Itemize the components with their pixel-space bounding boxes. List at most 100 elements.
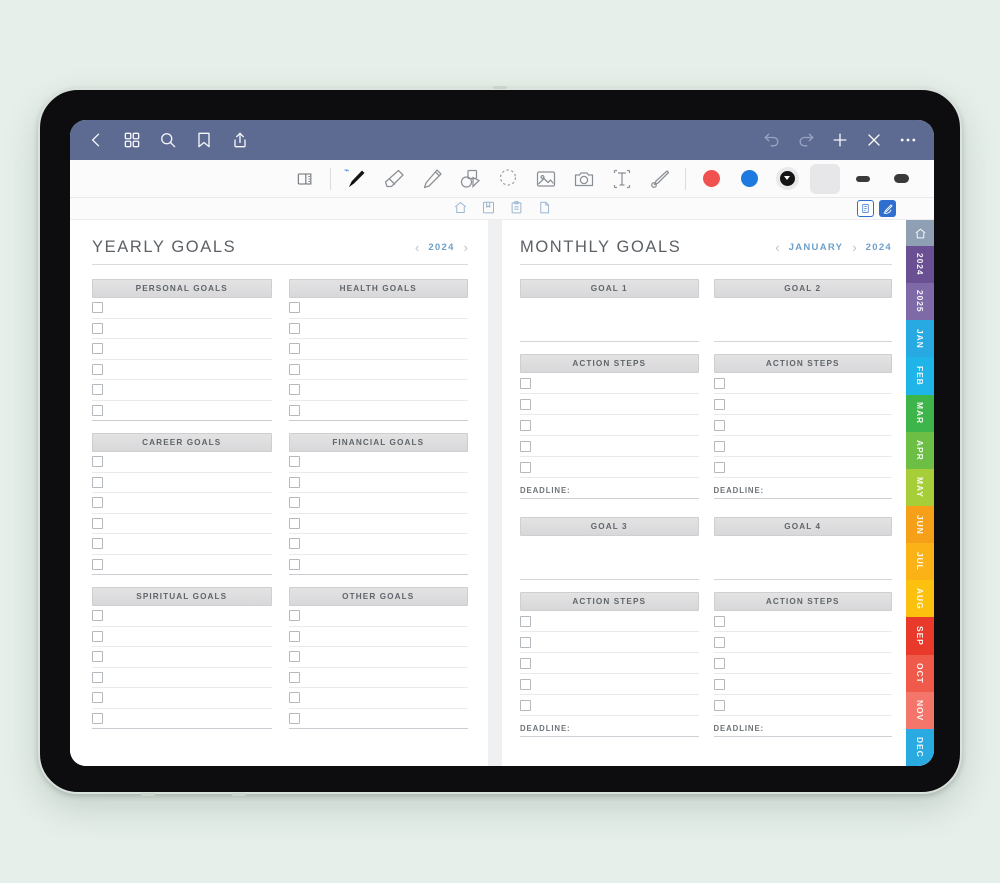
pen-tool-chip[interactable]	[879, 200, 896, 217]
next-year-button[interactable]: ›	[464, 241, 468, 254]
table-row[interactable]	[288, 493, 469, 514]
goal-write-line[interactable]	[306, 380, 469, 400]
action-step-line[interactable]	[537, 674, 699, 694]
highlighter-icon[interactable]	[413, 160, 451, 198]
checkbox[interactable]	[520, 615, 531, 627]
goal-write-line[interactable]	[306, 452, 469, 472]
undo-icon[interactable]	[762, 130, 782, 150]
goal-write-line[interactable]	[109, 452, 272, 472]
action-step-line[interactable]	[731, 632, 893, 652]
goal-write-line[interactable]	[109, 339, 272, 359]
checkbox[interactable]	[520, 636, 531, 648]
checkbox[interactable]	[92, 384, 103, 396]
more-icon[interactable]	[898, 130, 918, 150]
table-row[interactable]	[520, 695, 699, 716]
rail-tab-2025[interactable]: 2025	[906, 283, 934, 321]
checkbox[interactable]	[713, 398, 725, 410]
sticker-sheet-chip[interactable]	[857, 200, 874, 217]
goal-write-line[interactable]	[306, 493, 469, 513]
checkbox[interactable]	[713, 440, 725, 452]
goal-write-line[interactable]	[306, 401, 469, 421]
checkbox[interactable]	[288, 712, 300, 724]
current-year-label[interactable]: 2024	[866, 242, 892, 253]
checkbox[interactable]	[92, 538, 103, 550]
rail-tab-dec[interactable]: DEC	[906, 728, 934, 766]
checkbox[interactable]	[288, 343, 300, 355]
goal-write-area[interactable]	[520, 298, 699, 342]
table-row[interactable]	[713, 436, 893, 457]
next-month-button[interactable]: ›	[852, 241, 856, 254]
action-step-line[interactable]	[731, 611, 893, 631]
checkbox[interactable]	[520, 440, 531, 452]
rail-tab-may[interactable]: MAY	[906, 468, 934, 506]
notebook-icon[interactable]	[481, 200, 496, 215]
action-step-line[interactable]	[731, 457, 893, 477]
checkbox[interactable]	[713, 699, 725, 711]
checkbox[interactable]	[92, 302, 103, 314]
checkbox[interactable]	[520, 678, 531, 690]
goal-write-line[interactable]	[306, 555, 469, 575]
action-step-line[interactable]	[537, 415, 699, 435]
goal-write-line[interactable]	[109, 360, 272, 380]
action-step-line[interactable]	[731, 674, 893, 694]
goal-write-line[interactable]	[306, 298, 469, 318]
table-row[interactable]	[92, 298, 272, 319]
table-row[interactable]	[520, 632, 699, 653]
table-row[interactable]	[92, 606, 272, 627]
checkbox[interactable]	[92, 517, 103, 529]
table-row[interactable]	[288, 452, 469, 473]
deadline-row[interactable]: DEADLINE:	[520, 716, 699, 737]
goal-write-line[interactable]	[306, 606, 469, 626]
table-row[interactable]	[92, 380, 272, 401]
table-row[interactable]	[713, 394, 892, 415]
table-row[interactable]	[713, 373, 892, 394]
table-row[interactable]	[92, 627, 272, 647]
table-row[interactable]	[288, 401, 469, 421]
table-row[interactable]	[92, 473, 272, 493]
rail-tab-jan[interactable]: JAN	[906, 320, 934, 358]
table-row[interactable]	[92, 688, 272, 709]
action-step-line[interactable]	[731, 415, 893, 435]
grid-thumbnails-icon[interactable]	[122, 130, 142, 150]
table-row[interactable]	[288, 606, 469, 627]
table-row[interactable]	[92, 514, 272, 534]
share-icon[interactable]	[230, 130, 250, 150]
checkbox[interactable]	[92, 558, 103, 570]
checkbox[interactable]	[92, 456, 103, 468]
checkbox[interactable]	[92, 630, 103, 642]
rail-tab-feb[interactable]: FEB	[906, 357, 934, 395]
checkbox[interactable]	[92, 712, 103, 724]
page-icon[interactable]	[537, 200, 552, 215]
goal-write-line[interactable]	[109, 606, 272, 626]
action-step-line[interactable]	[731, 653, 893, 673]
action-step-line[interactable]	[537, 373, 699, 393]
text-box-icon[interactable]	[603, 160, 641, 198]
table-row[interactable]	[288, 534, 468, 555]
back-icon[interactable]	[86, 130, 106, 150]
checkbox[interactable]	[288, 558, 300, 570]
checkbox[interactable]	[288, 517, 300, 529]
color-swatch-black[interactable]	[768, 160, 806, 198]
rail-tab-2024[interactable]: 2024	[906, 246, 934, 284]
pen-icon[interactable]: ⌁	[337, 160, 375, 198]
clipboard-icon[interactable]	[509, 200, 524, 215]
action-step-line[interactable]	[731, 436, 893, 456]
goal-write-line[interactable]	[109, 319, 272, 339]
checkbox[interactable]	[288, 476, 300, 488]
goal-write-line[interactable]	[109, 555, 272, 575]
checkbox[interactable]	[288, 538, 300, 550]
goal-write-line[interactable]	[109, 514, 272, 534]
table-row[interactable]	[520, 653, 699, 674]
goal-write-line[interactable]	[109, 401, 272, 421]
table-row[interactable]	[520, 415, 699, 436]
table-row[interactable]	[713, 415, 893, 436]
stroke-medium[interactable]	[844, 160, 882, 198]
checkbox[interactable]	[288, 322, 300, 334]
table-row[interactable]	[713, 674, 893, 695]
goal-write-line[interactable]	[306, 709, 469, 729]
checkbox[interactable]	[288, 363, 300, 375]
table-row[interactable]	[92, 647, 272, 668]
prev-year-button[interactable]: ‹	[415, 241, 419, 254]
checkbox[interactable]	[288, 497, 300, 509]
table-row[interactable]	[520, 457, 699, 478]
